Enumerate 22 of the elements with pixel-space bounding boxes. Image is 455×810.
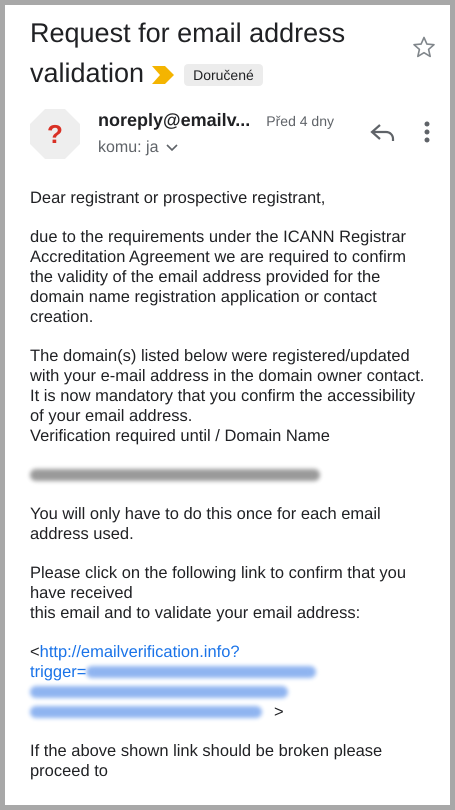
message-paragraph: If the above shown link should be broken please proceed to [30, 741, 384, 781]
message-time: Před 4 dny [266, 112, 334, 131]
sender-avatar: ? [30, 109, 80, 159]
star-icon[interactable] [412, 35, 436, 59]
bracket-text: > [274, 702, 284, 722]
subject-title: validation [30, 58, 144, 88]
subject-title: Request for email address [30, 18, 346, 48]
importance-marker-icon [152, 66, 174, 84]
sender-address: noreply@emailv... [98, 109, 250, 131]
label-chip[interactable]: Doručené [184, 64, 263, 86]
more-options-icon[interactable] [424, 121, 430, 143]
bracket-text: < [30, 642, 40, 662]
message-paragraph: Dear registrant or prospective registrant, [30, 188, 326, 208]
reply-icon[interactable] [370, 123, 396, 143]
message-paragraph: The domain(s) listed below were registered/updated with your e-mail address in the domain owner contact. It is now mandatory that you confirm the accessibility of your email address. Verification required until / Domain Name [30, 346, 426, 446]
recipient-toggle[interactable]: komu: ja [98, 136, 178, 160]
message-paragraph: Please click on the following link to confirm that you have received this email and to validate your email address: [30, 563, 408, 623]
verification-link[interactable]: http://emailverification.info? [40, 642, 240, 662]
message-paragraph: due to the requirements under the ICANN Registrar Accreditation Agreement we are required to confirm the validity of the email address provided for the domain name registration application or contact creation. [30, 227, 408, 327]
chevron-down-icon [166, 144, 178, 152]
message-paragraph: You will only have to do this once for each email address used. [30, 504, 382, 544]
verification-link[interactable]: trigger= [30, 662, 86, 682]
